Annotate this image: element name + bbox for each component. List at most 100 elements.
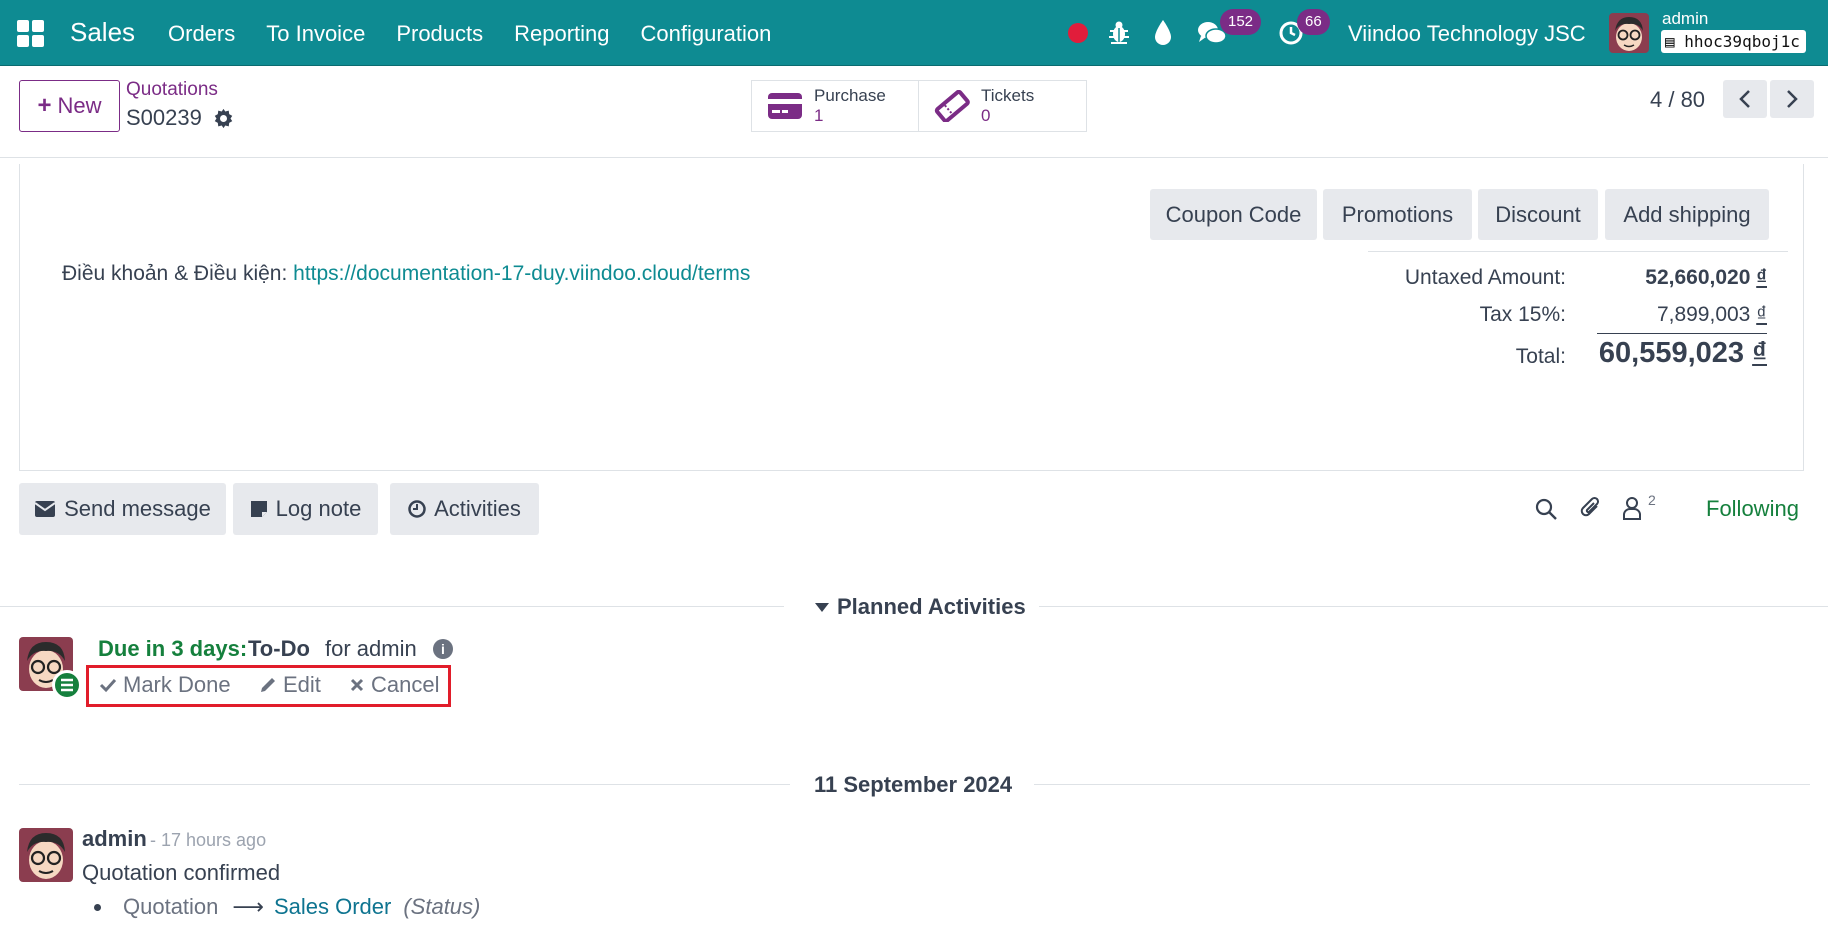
terms-label: Điều khoản & Điều kiện: [62, 262, 294, 285]
coupon-code-button[interactable]: Coupon Code [1150, 189, 1317, 240]
followers-icon[interactable] [1622, 496, 1642, 520]
tracking-field: (Status) [403, 894, 481, 919]
currency-symbol: ₫ [1756, 303, 1767, 326]
untaxed-amount: 52,660,020 [1645, 266, 1751, 289]
activity-due-label: Due in 3 days: [98, 636, 248, 661]
tax-amount: 7,899,003 [1656, 303, 1751, 326]
menu-orders[interactable]: Orders [168, 21, 235, 47]
tax-label: Tax 15%: [1479, 303, 1566, 326]
bug-icon[interactable] [1108, 19, 1130, 45]
menu-products[interactable]: Products [396, 21, 483, 47]
currency-symbol: ₫ [1756, 266, 1767, 289]
check-icon [99, 678, 117, 693]
purchase-smart-button[interactable]: Purchase 1 [751, 80, 919, 132]
cancel-activity-button[interactable]: Cancel [349, 672, 439, 698]
following-button[interactable]: Following [1706, 496, 1799, 522]
terms-note: Điều khoản & Điều kiện: https://document… [62, 262, 750, 286]
gear-icon[interactable] [213, 108, 234, 129]
menu-to-invoice[interactable]: To Invoice [266, 21, 365, 47]
plus-icon: + [37, 92, 52, 119]
tickets-count: 0 [981, 106, 991, 125]
pager-value[interactable]: 4 / 80 [1650, 87, 1705, 113]
user-name[interactable]: admin [1662, 9, 1708, 29]
activities-badge: 66 [1297, 9, 1330, 35]
sticky-note-icon [250, 501, 267, 517]
app-menu-icon[interactable] [17, 20, 44, 47]
send-message-label: Send message [64, 496, 211, 521]
app-name[interactable]: Sales [70, 17, 135, 48]
paperclip-icon[interactable] [1579, 495, 1603, 521]
total-value: 60,559,023 ₫ [1547, 337, 1767, 370]
control-panel: + New Quotations S00239 Purchase 1 Tickets… [0, 66, 1828, 158]
mark-done-button[interactable]: Mark Done [99, 672, 231, 698]
user-avatar[interactable] [1609, 13, 1649, 53]
planned-divider-left [0, 606, 784, 607]
record-name: S00239 [126, 105, 202, 130]
cancel-label: Cancel [371, 672, 440, 697]
currency-symbol: ₫ [1752, 337, 1767, 369]
purchase-label: Purchase [814, 86, 886, 105]
log-note-label: Log note [275, 496, 362, 521]
water-drop-icon[interactable] [1153, 18, 1173, 46]
breadcrumb[interactable]: Quotations [126, 79, 218, 101]
edit-label: Edit [283, 672, 321, 697]
add-shipping-button[interactable]: Add shipping [1605, 189, 1769, 240]
terms-link[interactable]: https://documentation-17-duy.viindoo.clo… [293, 262, 750, 285]
caret-down-icon [815, 602, 829, 612]
date-divider-right [1034, 784, 1810, 785]
log-note-button[interactable]: Log note [233, 483, 378, 535]
menu-reporting[interactable]: Reporting [514, 21, 609, 47]
pager-next-button[interactable] [1770, 80, 1814, 118]
company-switcher[interactable]: Viindoo Technology JSC [1348, 21, 1586, 47]
tracking-new-value: Sales Order [273, 894, 392, 919]
database-icon: ▤ [1665, 32, 1685, 51]
bullet [94, 903, 101, 911]
followers-count: 2 [1648, 492, 1656, 508]
todo-type-icon [52, 670, 82, 700]
credit-card-icon [768, 93, 802, 119]
tracking-value: Quotation ⟶ Sales Order (Status) [94, 894, 480, 920]
activity-assignee: for admin [325, 636, 417, 661]
activities-label: Activities [434, 496, 521, 521]
untaxed-amount-label: Untaxed Amount: [1404, 266, 1566, 289]
new-button[interactable]: + New [19, 80, 120, 132]
date-separator: 11 September 2024 [814, 772, 1013, 797]
envelope-icon [34, 501, 56, 517]
activities-button[interactable]: Activities [390, 483, 539, 535]
message-avatar[interactable] [19, 828, 73, 882]
promotions-button[interactable]: Promotions [1323, 189, 1472, 240]
date-divider-left [19, 784, 790, 785]
database-name: hhoc39qboj1c [1684, 32, 1800, 51]
tax-value: 7,899,003 ₫ [1547, 303, 1767, 327]
tickets-smart-button[interactable]: Tickets 0 [918, 80, 1087, 132]
pager-previous-button[interactable] [1723, 80, 1767, 118]
tracking-old-value: Quotation [123, 894, 219, 919]
info-icon[interactable]: i [433, 639, 453, 659]
message-body: Quotation confirmed [82, 860, 281, 885]
discount-button[interactable]: Discount [1478, 189, 1598, 240]
main-menu: Orders To Invoice Products Reporting Con… [168, 21, 802, 47]
menu-configuration[interactable]: Configuration [641, 21, 772, 47]
top-navbar: Sales Orders To Invoice Products Reporti… [0, 0, 1828, 66]
clock-icon [408, 500, 426, 518]
message-author[interactable]: admin [82, 826, 147, 852]
search-icon[interactable] [1534, 497, 1558, 521]
recording-icon[interactable] [1068, 23, 1088, 43]
new-button-label: New [57, 93, 102, 118]
edit-activity-button[interactable]: Edit [259, 672, 321, 698]
activity-type: To-Do [248, 636, 310, 661]
total-label: Total: [1515, 345, 1566, 368]
planned-activities-toggle[interactable]: Planned Activities [815, 594, 1026, 620]
planned-divider-right [1039, 606, 1828, 607]
total-divider [1597, 333, 1767, 334]
untaxed-amount-value: 52,660,020 ₫ [1547, 266, 1767, 290]
chevron-left-icon [1739, 90, 1750, 108]
database-badge: ▤ hhoc39qboj1c [1661, 30, 1806, 53]
close-icon [350, 678, 364, 692]
messages-badge: 152 [1220, 9, 1262, 35]
chevron-right-icon [1787, 90, 1798, 108]
ticket-icon [934, 90, 970, 122]
tickets-label: Tickets [981, 86, 1035, 105]
totals-divider [1368, 251, 1788, 252]
send-message-button[interactable]: Send message [19, 483, 226, 535]
